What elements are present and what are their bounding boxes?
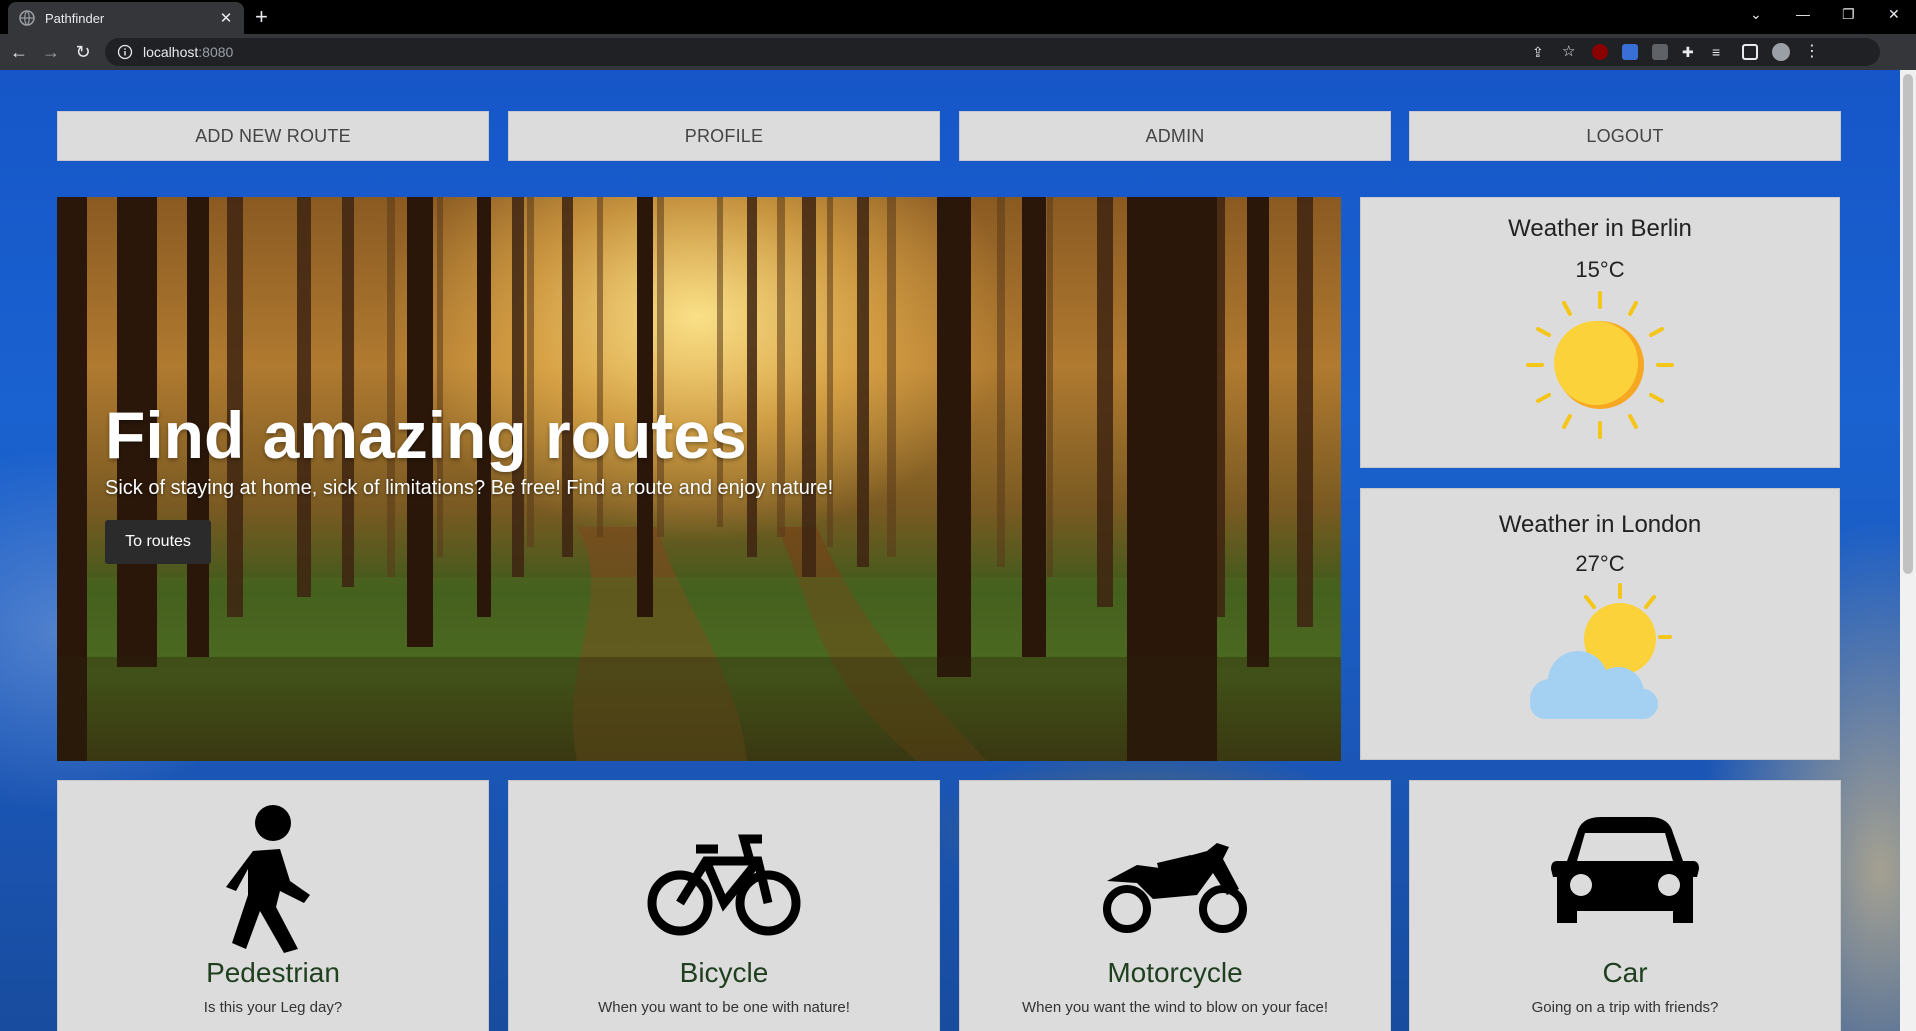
weather-title: Weather in London: [1498, 511, 1702, 538]
reload-icon[interactable]: ↻: [72, 41, 94, 63]
page-viewport: ADD NEW ROUTE PROFILE ADMIN LOGOUT Find …: [0, 70, 1916, 1031]
weather-temp: 15°C: [1575, 257, 1625, 282]
partly-cloudy-icon: [1530, 583, 1672, 719]
weather-title: Weather in Berlin: [1508, 215, 1692, 242]
url-host: localhost: [143, 44, 199, 60]
puzzle-icon[interactable]: ✚: [1682, 44, 1698, 60]
weather-temp: 27°C: [1575, 551, 1625, 576]
hero-banner: Find amazing routes Sick of staying at h…: [57, 197, 1341, 761]
extension-m-icon[interactable]: [1622, 44, 1638, 60]
sun-icon: [1526, 291, 1674, 439]
scrollbar-thumb[interactable]: [1903, 74, 1913, 574]
category-desc: When you want to be one with nature!: [598, 999, 850, 1016]
pedestrian-icon: [226, 805, 310, 953]
minimize-icon[interactable]: —: [1796, 6, 1810, 22]
info-icon: [117, 44, 133, 60]
browser-tab[interactable]: Pathfinder ✕: [8, 2, 244, 34]
add-new-route-button[interactable]: ADD NEW ROUTE: [57, 111, 489, 161]
scrollbar[interactable]: [1900, 70, 1916, 1031]
bicycle-icon: [647, 834, 801, 936]
side-panel-icon[interactable]: [1742, 44, 1758, 60]
ublock-icon[interactable]: [1592, 44, 1608, 60]
tab-search-icon[interactable]: ⌄: [1750, 6, 1762, 23]
category-desc: Is this your Leg day?: [203, 999, 343, 1016]
hero-title: Find amazing routes: [105, 398, 747, 472]
profile-avatar[interactable]: [1772, 43, 1790, 61]
category-card-motorcycle[interactable]: Motorcycle When you want the wind to blo…: [959, 780, 1391, 1031]
weather-card-berlin: Weather in Berlin 15°C: [1360, 197, 1840, 468]
category-desc: Going on a trip with friends?: [1531, 999, 1719, 1016]
category-card-bicycle[interactable]: Bicycle When you want to be one with nat…: [508, 780, 940, 1031]
extension-icons: ⇪ ☆ ✚ ≡ ⋮: [1532, 43, 1820, 61]
back-icon[interactable]: ←: [8, 41, 30, 63]
category-title: Motorcycle: [1107, 957, 1243, 988]
menu-kebab-icon[interactable]: ⋮: [1804, 44, 1820, 60]
browser-tabbar: Pathfinder ✕ + ⌄ — ❐ ✕: [0, 0, 1916, 34]
admin-button[interactable]: ADMIN: [959, 111, 1391, 161]
extension-grey-icon[interactable]: [1652, 44, 1668, 60]
category-card-car[interactable]: Car Going on a trip with friends?: [1409, 780, 1841, 1031]
browser-toolbar: ← → ↻ localhost:8080 ⇪ ☆ ✚ ≡ ⋮: [0, 34, 1916, 70]
close-tab-icon[interactable]: ✕: [216, 9, 236, 27]
category-card-pedestrian[interactable]: Pedestrian Is this your Leg day?: [57, 780, 489, 1031]
logout-button[interactable]: LOGOUT: [1409, 111, 1841, 161]
category-title: Pedestrian: [206, 957, 340, 988]
category-desc: When you want the wind to blow on your f…: [1021, 999, 1328, 1016]
motorcycle-icon: [1103, 843, 1247, 933]
url-port: :8080: [198, 44, 234, 60]
tab-title: Pathfinder: [45, 10, 105, 26]
share-icon[interactable]: ⇪: [1532, 44, 1548, 60]
new-tab-icon[interactable]: +: [255, 6, 268, 28]
hero-subtitle: Sick of staying at home, sick of limitat…: [105, 477, 834, 499]
forward-icon[interactable]: →: [40, 41, 62, 63]
to-routes-button[interactable]: To routes: [105, 520, 211, 564]
car-icon: [1551, 817, 1699, 923]
bookmark-star-icon[interactable]: ☆: [1562, 44, 1578, 60]
category-title: Car: [1602, 957, 1648, 988]
globe-icon: [19, 10, 35, 26]
profile-button[interactable]: PROFILE: [508, 111, 940, 161]
weather-card-london: Weather in London 27°C: [1360, 488, 1840, 760]
reading-list-icon[interactable]: ≡: [1712, 44, 1728, 60]
close-window-icon[interactable]: ✕: [1888, 6, 1900, 23]
category-title: Bicycle: [679, 957, 769, 988]
restore-icon[interactable]: ❐: [1842, 6, 1855, 23]
